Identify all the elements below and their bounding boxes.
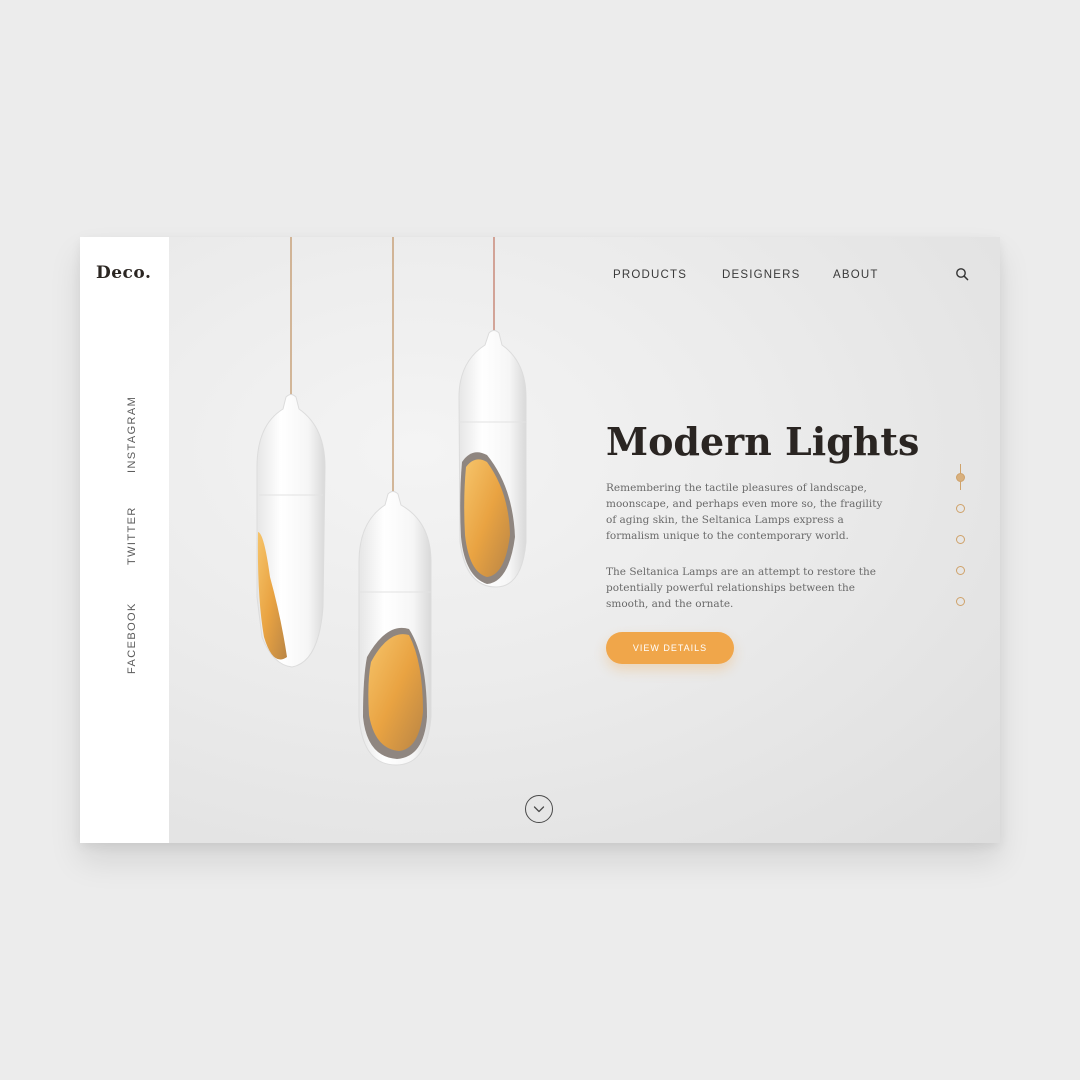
pagination-dot-1[interactable] [956,473,965,482]
nav-about[interactable]: ABOUT [833,269,879,281]
lamp-right [458,330,527,588]
hero-description-1: Remembering the tactile pleasures of lan… [606,482,883,542]
hero-title: Modern Lights [606,419,920,464]
pagination-dot-2[interactable] [956,504,965,513]
pagination-dot-3[interactable] [956,535,965,544]
lamp-middle [358,491,432,766]
scroll-down-button[interactable] [525,795,553,823]
nav-products[interactable]: PRODUCTS [613,269,687,281]
search-icon[interactable] [955,267,969,281]
sidebar: Deco. INSTAGRAM TWITTER FACEBOOK [80,237,169,843]
lamp-left [256,394,326,668]
landing-page: Deco. INSTAGRAM TWITTER FACEBOOK PRODUCT… [80,237,1000,843]
pagination-dot-5[interactable] [956,597,965,606]
brand-logo[interactable]: Deco. [96,263,151,283]
chevron-down-icon [533,806,545,813]
slide-pagination [950,462,974,612]
view-details-button[interactable]: VIEW DETAILS [606,632,734,664]
pagination-dot-4[interactable] [956,566,965,575]
nav-designers[interactable]: DESIGNERS [722,269,801,281]
social-link-instagram[interactable]: INSTAGRAM [126,396,138,473]
hero-description-2: The Seltanica Lamps are an attempt to re… [606,566,876,610]
social-link-twitter[interactable]: TWITTER [126,506,138,565]
social-link-facebook[interactable]: FACEBOOK [126,602,138,674]
